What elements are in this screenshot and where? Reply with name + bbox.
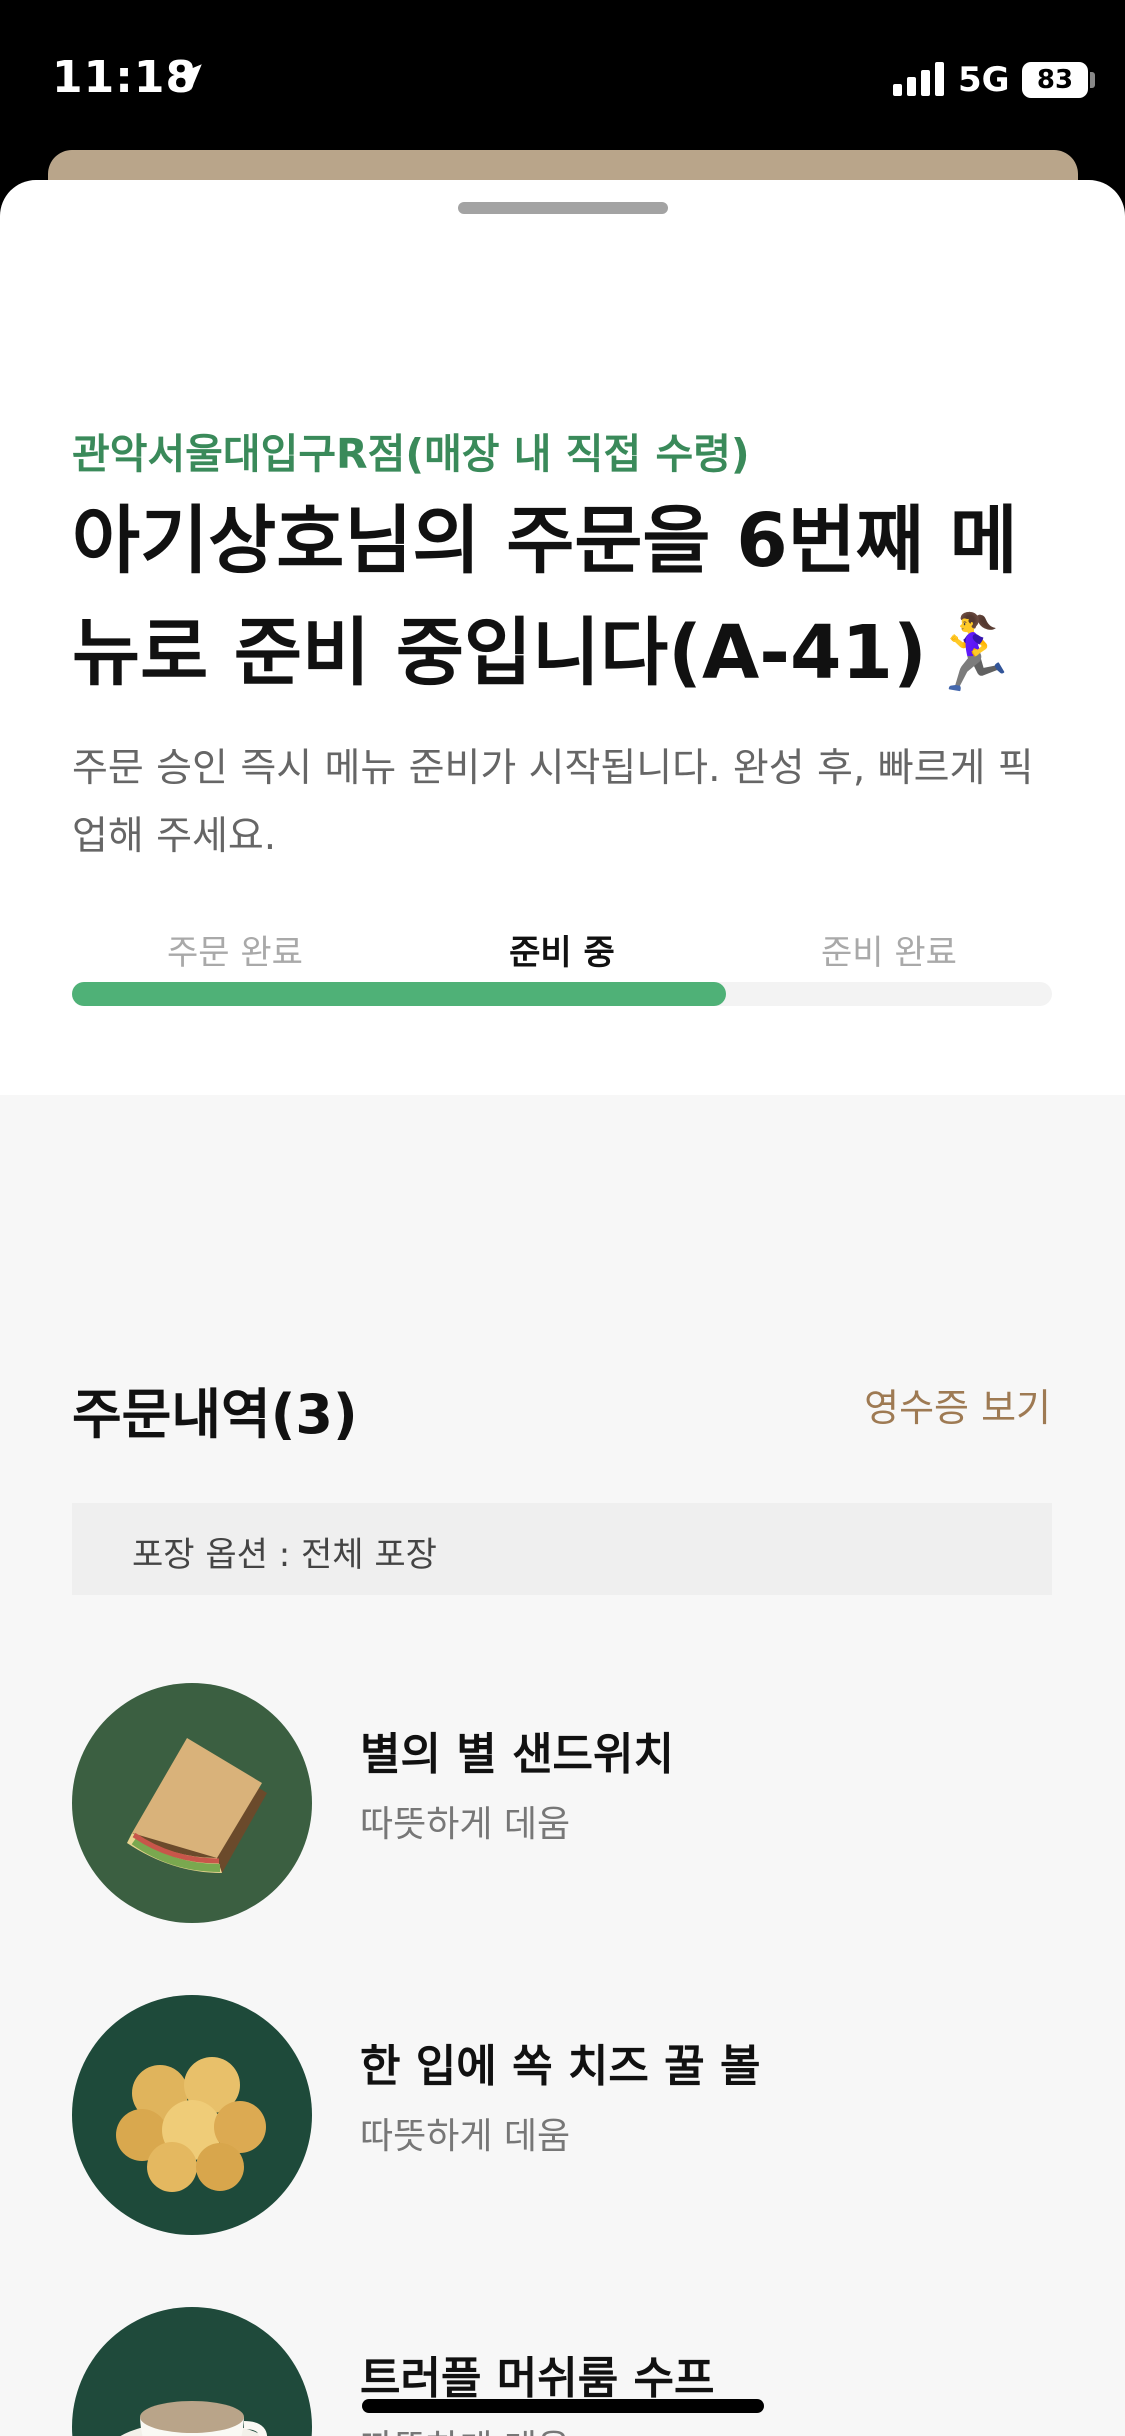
item-name: 트러플 머쉬룸 수프 [360, 2353, 715, 2404]
battery-cap [1090, 72, 1095, 88]
sheet-grabber[interactable] [458, 202, 668, 214]
battery-level: 83 [1036, 65, 1074, 95]
order-status-sheet: 관악서울대입구R점(매장 내 직접 수령) 아기상호님의 주문을 6번째 메뉴로… [0, 180, 1125, 2436]
progress-track [72, 982, 1052, 1006]
order-details-title: 주문내역(3) [72, 1383, 358, 1446]
progress-steps: 주문 완료 준비 중 준비 완료 [72, 925, 1052, 975]
order-item: 한 입에 쏙 치즈 꿀 볼 따뜻하게 데움 [72, 1995, 1052, 2235]
progress-fill [72, 982, 726, 1006]
step-preparing: 준비 중 [509, 933, 615, 973]
soup-image [72, 2307, 312, 2436]
order-details-section: 주문내역(3) 영수증 보기 포장 옵션 : 전체 포장 별의 별 샌드위치 따… [0, 1095, 1125, 2436]
cheese-ball-image [72, 1995, 312, 2235]
item-name: 별의 별 샌드위치 [360, 1729, 674, 1780]
item-option: 따뜻하게 데움 [360, 1804, 571, 1845]
step-order-complete: 주문 완료 [167, 933, 303, 973]
item-option: 따뜻하게 데움 [360, 2419, 570, 2436]
order-status-description: 주문 승인 즉시 메뉴 준비가 시작됩니다. 완성 후, 빠르게 픽업해 주세요… [72, 746, 1034, 859]
location-arrow-icon [176, 64, 202, 90]
network-type: 5G [958, 60, 1010, 100]
order-status-headline: 아기상호님의 주문을 6번째 메뉴로 준비 중입니다(A-41)🏃‍♀️ [72, 498, 1019, 696]
step-ready: 준비 완료 [821, 933, 957, 973]
item-option: 따뜻하게 데움 [360, 2116, 571, 2157]
view-receipt-link[interactable]: 영수증 보기 [864, 1377, 1051, 1432]
store-name: 관악서울대입구R점(매장 내 직접 수령) [72, 430, 750, 478]
sandwich-image [72, 1683, 312, 1923]
battery-icon: 83 [1022, 62, 1088, 98]
item-name: 한 입에 쏙 치즈 꿀 볼 [360, 2041, 761, 2092]
order-item: 트러플 머쉬룸 수프 따뜻하게 데움 [72, 2307, 1052, 2436]
status-bar: 11:18 5G 83 [0, 0, 1125, 160]
packaging-option-box: 포장 옵션 : 전체 포장 [72, 1503, 1052, 1595]
home-indicator [362, 2399, 764, 2413]
packaging-option-text: 포장 옵션 : 전체 포장 [132, 1535, 437, 1575]
order-item: 별의 별 샌드위치 따뜻하게 데움 [72, 1683, 1052, 1923]
cellular-signal-icon [893, 62, 944, 96]
